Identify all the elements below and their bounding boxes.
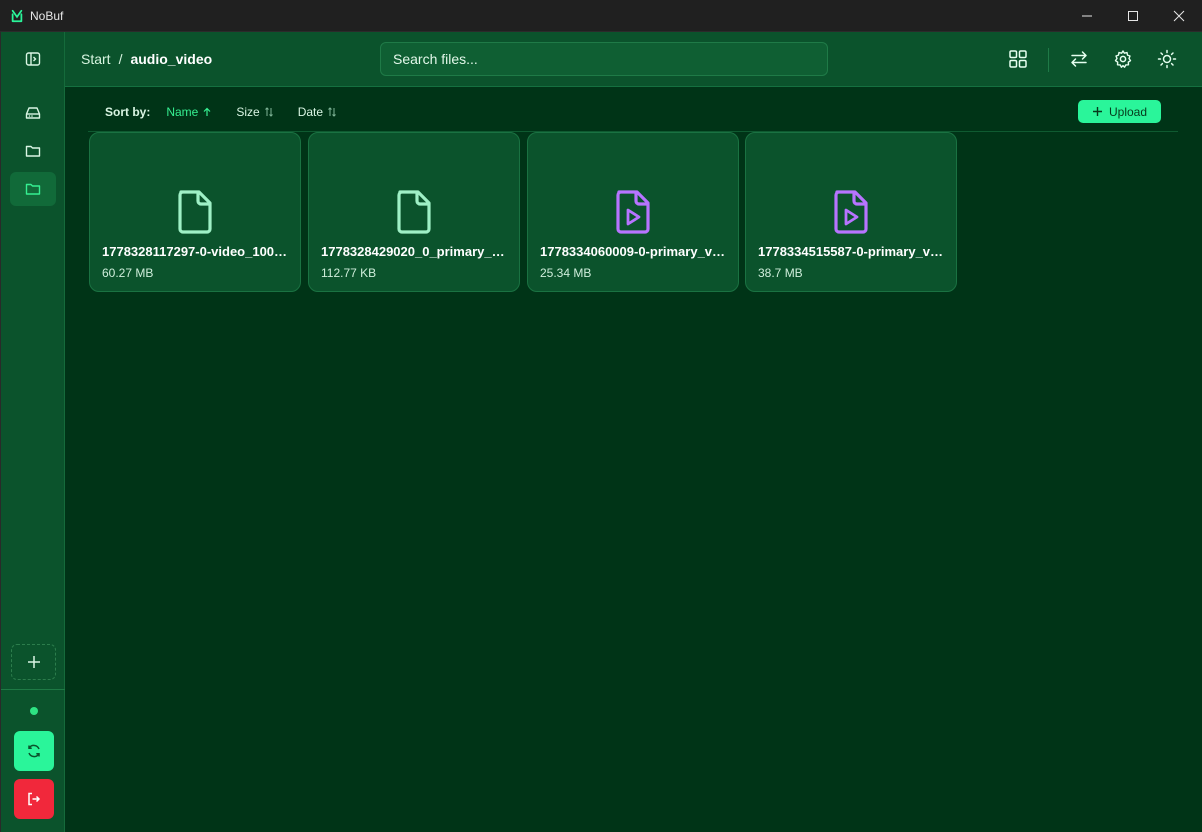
header-divider — [1048, 48, 1049, 72]
title-bar: NoBuf — [0, 0, 1202, 32]
file-size: 60.27 MB — [102, 266, 154, 280]
sidebar-toggle-icon — [25, 52, 41, 66]
breadcrumb-root[interactable]: Start — [81, 51, 111, 67]
logout-icon — [28, 792, 41, 806]
add-location-button[interactable] — [11, 644, 56, 680]
file-icon — [397, 190, 431, 234]
sort-bar: Sort by: Name Size Date — [105, 104, 361, 120]
plus-icon — [1092, 107, 1102, 116]
sidebar-item-active-folder[interactable] — [10, 172, 56, 206]
sort-name-label: Name — [166, 105, 199, 119]
maximize-button[interactable] — [1110, 0, 1156, 32]
file-card[interactable]: 1778334515587-0-primary_video.mp4 38.7 M… — [745, 132, 957, 292]
sync-button[interactable] — [14, 731, 54, 771]
minimize-icon — [1082, 15, 1092, 16]
sort-by-date[interactable]: Date — [298, 105, 337, 119]
settings-button[interactable] — [1112, 48, 1134, 70]
file-card[interactable]: 1778328429020_0_primary_audio.m4a 112.77… — [308, 132, 520, 292]
connection-status-dot — [30, 707, 38, 715]
file-size: 25.34 MB — [540, 266, 592, 280]
video-file-icon — [616, 190, 650, 234]
grid-view-button[interactable] — [1007, 48, 1029, 70]
toggle-sidebar-button[interactable] — [10, 42, 56, 76]
file-card[interactable]: 1778328117297-0-video_1000k.mp4 60.27 MB — [89, 132, 301, 292]
minimize-button[interactable] — [1064, 0, 1110, 32]
file-size: 112.77 KB — [321, 266, 377, 280]
sidebar-item-folder[interactable] — [10, 134, 56, 168]
hard-drive-icon — [25, 107, 41, 119]
file-icon — [178, 190, 212, 234]
sort-label: Sort by: — [105, 105, 151, 119]
gear-icon — [1114, 50, 1132, 68]
file-name: 1778334060009-0-primary_video.mp4 — [540, 244, 728, 259]
file-size: 38.7 MB — [758, 266, 803, 280]
file-card[interactable]: 1778334060009-0-primary_video.mp4 25.34 … — [527, 132, 739, 292]
header: Start / audio_video — [65, 32, 1202, 87]
sort-arrows-icon — [264, 107, 273, 117]
video-file-icon — [834, 190, 868, 234]
breadcrumb-current: audio_video — [130, 51, 213, 67]
app-title: NoBuf — [30, 8, 64, 23]
upload-button[interactable]: Upload — [1078, 100, 1161, 123]
upload-label: Upload — [1108, 104, 1148, 119]
transfers-button[interactable] — [1068, 48, 1090, 70]
close-icon — [1173, 10, 1185, 21]
breadcrumb-separator: / — [118, 51, 123, 67]
folder-icon — [25, 183, 41, 195]
sidebar-item-drives[interactable] — [10, 96, 56, 130]
folder-icon — [25, 145, 41, 157]
sidebar — [0, 32, 65, 832]
sun-icon — [1157, 49, 1177, 69]
app-logo-icon — [11, 9, 23, 22]
plus-icon — [27, 656, 40, 668]
file-name: 1778328117297-0-video_1000k.mp4 — [102, 244, 290, 259]
breadcrumb: Start / audio_video — [81, 51, 212, 67]
search-input[interactable] — [380, 42, 828, 76]
sort-date-label: Date — [297, 105, 324, 119]
sort-arrows-icon — [328, 107, 336, 117]
sort-by-name[interactable]: Name — [166, 105, 212, 119]
file-name: 1778328429020_0_primary_audio.m4a — [321, 244, 509, 259]
refresh-icon — [28, 744, 40, 758]
sidebar-divider — [1, 689, 65, 690]
sort-by-size[interactable]: Size — [236, 105, 273, 119]
maximize-icon — [1128, 10, 1138, 21]
theme-toggle-button[interactable] — [1156, 48, 1178, 70]
sort-size-label: Size — [236, 105, 260, 119]
grid-icon — [1009, 50, 1027, 68]
arrow-up-icon — [203, 107, 211, 116]
logout-button[interactable] — [14, 779, 54, 819]
file-name: 1778334515587-0-primary_video.mp4 — [758, 244, 946, 259]
transfer-arrows-icon — [1071, 51, 1087, 67]
close-window-button[interactable] — [1156, 0, 1202, 32]
